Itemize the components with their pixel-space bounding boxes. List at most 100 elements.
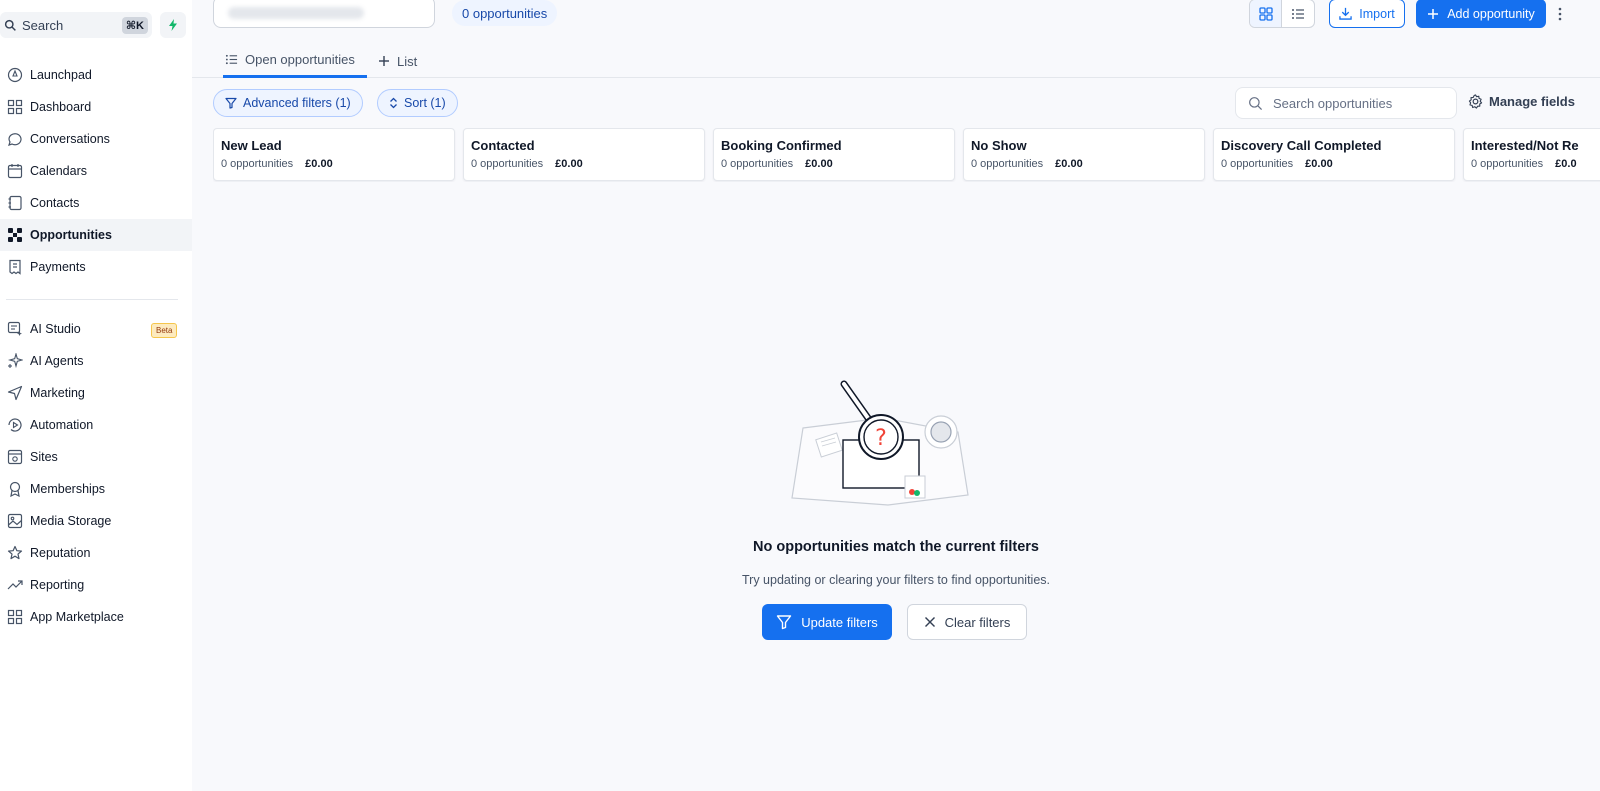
stage-amount: £0.00 xyxy=(1055,158,1083,170)
sort-chevrons-icon xyxy=(389,97,398,109)
filter-icon xyxy=(776,614,792,630)
search-icon xyxy=(4,19,17,32)
sidebar-item-calendars[interactable]: Calendars xyxy=(0,155,192,187)
image-icon xyxy=(0,513,30,529)
filter-icon xyxy=(225,97,237,109)
sort-chip[interactable]: Sort (1) xyxy=(377,89,458,117)
import-label: Import xyxy=(1359,6,1395,21)
payments-icon xyxy=(0,259,30,275)
sidebar-item-automation[interactable]: Automation xyxy=(0,409,192,441)
kebab-menu-icon xyxy=(1558,7,1562,21)
sidebar-item-label: Sites xyxy=(30,450,58,464)
sidebar-item-reporting[interactable]: Reporting xyxy=(0,569,192,601)
sparkle-icon xyxy=(0,353,30,369)
sidebar-item-sites[interactable]: Sites xyxy=(0,441,192,473)
advanced-filters-chip[interactable]: Advanced filters (1) xyxy=(213,89,363,117)
pipeline-stages: New Lead 0 opportunities £0.00 Contacted … xyxy=(213,128,1600,182)
stage-name: Contacted xyxy=(471,138,535,153)
clear-filters-button[interactable]: Clear filters xyxy=(907,604,1027,640)
stage-name: Interested/Not Re xyxy=(1471,138,1579,153)
search-shortcut: ⌘K xyxy=(121,16,148,34)
stage-amount: £0.0 xyxy=(1555,158,1577,170)
update-filters-button[interactable]: Update filters xyxy=(762,604,892,640)
stage-column[interactable]: New Lead 0 opportunities £0.00 xyxy=(213,128,455,181)
trend-icon xyxy=(0,577,30,593)
manage-fields-label: Manage fields xyxy=(1489,94,1575,109)
sidebar-item-label: Memberships xyxy=(30,482,106,496)
opportunities-icon xyxy=(0,227,30,243)
sites-icon xyxy=(0,449,30,465)
sidebar-item-ai-agents[interactable]: AI Agents xyxy=(0,345,192,377)
view-toggle xyxy=(1249,0,1315,28)
sidebar-item-media-storage[interactable]: Media Storage xyxy=(0,505,192,537)
pipeline-select[interactable] xyxy=(213,0,435,28)
plus-icon xyxy=(1427,8,1439,20)
sidebar-item-reputation[interactable]: Reputation xyxy=(0,537,192,569)
sort-label: Sort (1) xyxy=(404,96,446,110)
launchpad-icon xyxy=(0,67,30,83)
stage-amount: £0.00 xyxy=(555,158,583,170)
svg-text:?: ? xyxy=(875,426,887,451)
bolt-icon xyxy=(167,19,179,31)
stage-count: 0 opportunities xyxy=(721,158,794,170)
board-view-button[interactable] xyxy=(1250,0,1283,27)
send-icon xyxy=(0,385,30,401)
sidebar-item-label: Automation xyxy=(30,418,94,432)
tab-open-opportunities[interactable]: Open opportunities xyxy=(223,44,367,78)
quick-actions-button[interactable] xyxy=(160,12,186,38)
search-placeholder: Search opportunities xyxy=(1273,95,1393,111)
opportunities-count-badge: 0 opportunities xyxy=(452,0,558,26)
stage-column[interactable]: Interested/Not Re 0 opportunities £0.0 xyxy=(1463,128,1600,181)
stage-column[interactable]: Booking Confirmed 0 opportunities £0.00 xyxy=(713,128,955,181)
list-view-button[interactable] xyxy=(1282,0,1314,27)
empty-state-title: No opportunities match the current filte… xyxy=(753,539,1039,555)
more-options-button[interactable] xyxy=(1552,4,1568,24)
sidebar-item-marketing[interactable]: Marketing xyxy=(0,377,192,409)
stage-name: Discovery Call Completed xyxy=(1221,138,1382,153)
tab-label: List xyxy=(397,53,418,69)
sidebar-divider xyxy=(6,299,178,300)
sidebar-item-dashboard[interactable]: Dashboard xyxy=(0,91,192,123)
sidebar-item-label: App Marketplace xyxy=(30,610,124,624)
stage-column[interactable]: No Show 0 opportunities £0.00 xyxy=(963,128,1205,181)
contacts-icon xyxy=(0,195,30,211)
grid-icon xyxy=(0,609,30,625)
plus-icon xyxy=(378,55,390,67)
tab-add-list[interactable]: List xyxy=(378,44,417,78)
sidebar-item-label: AI Studio xyxy=(30,322,81,336)
sidebar-search[interactable]: Search ⌘K xyxy=(0,12,152,38)
stage-count: 0 opportunities xyxy=(471,158,544,170)
sidebar-item-label: Launchpad xyxy=(30,68,92,82)
sidebar-item-label: Calendars xyxy=(30,164,87,178)
import-button[interactable]: Import xyxy=(1329,0,1405,28)
download-icon xyxy=(1339,7,1353,20)
sidebar-item-label: AI Agents xyxy=(30,354,84,368)
sidebar-item-app-marketplace[interactable]: App Marketplace xyxy=(0,601,192,633)
stage-count: 0 opportunities xyxy=(221,158,294,170)
sidebar-item-opportunities[interactable]: Opportunities xyxy=(0,219,192,251)
sidebar-item-ai-studio[interactable]: AI Studio Beta xyxy=(0,313,192,345)
chat-bubble-icon xyxy=(0,131,30,147)
sidebar-item-memberships[interactable]: Memberships xyxy=(0,473,192,505)
list-icon xyxy=(225,53,238,66)
award-icon xyxy=(0,481,30,497)
close-icon xyxy=(924,616,936,628)
stage-column[interactable]: Discovery Call Completed 0 opportunities… xyxy=(1213,128,1455,181)
empty-state-subtitle: Try updating or clearing your filters to… xyxy=(741,573,1051,587)
ai-studio-icon xyxy=(0,321,30,337)
tab-label: Open opportunities xyxy=(245,52,355,67)
stage-amount: £0.00 xyxy=(1305,158,1333,170)
sidebar-item-launchpad[interactable]: Launchpad xyxy=(0,59,192,91)
clear-filters-label: Clear filters xyxy=(944,614,1011,630)
add-opportunity-button[interactable]: Add opportunity xyxy=(1416,0,1546,28)
stage-amount: £0.00 xyxy=(305,158,333,170)
star-icon xyxy=(0,545,30,561)
update-filters-label: Update filters xyxy=(801,614,878,630)
search-opportunities-input[interactable]: Search opportunities xyxy=(1235,87,1457,119)
sidebar-item-contacts[interactable]: Contacts xyxy=(0,187,192,219)
manage-fields-button[interactable]: Manage fields xyxy=(1468,94,1575,109)
sidebar-item-conversations[interactable]: Conversations xyxy=(0,123,192,155)
stage-name: No Show xyxy=(971,138,1027,153)
stage-column[interactable]: Contacted 0 opportunities £0.00 xyxy=(463,128,705,181)
sidebar-item-payments[interactable]: Payments xyxy=(0,251,192,283)
